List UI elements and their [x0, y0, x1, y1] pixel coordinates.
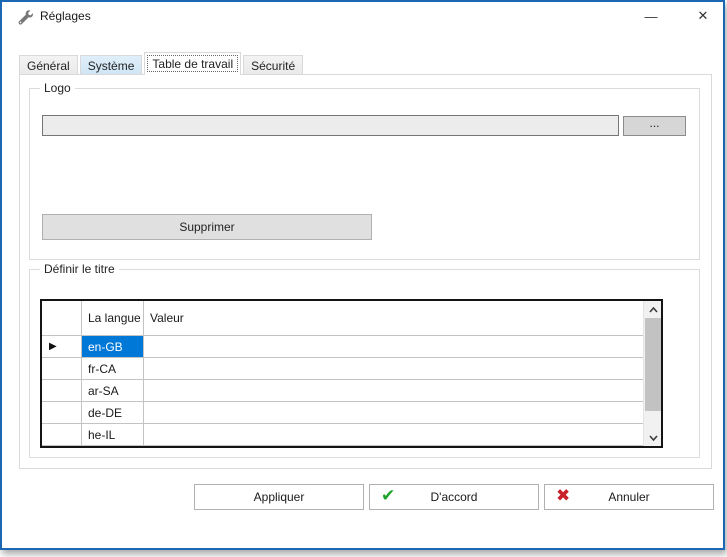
- tab-strip: Général Système Table de travail Sécurit…: [19, 52, 305, 75]
- grid-body: La langue Valeur ▶ en-GB fr-CA ar-SA de-…: [42, 301, 643, 446]
- grid-header-row: La langue Valeur: [42, 301, 643, 336]
- cell-value-he-IL[interactable]: [144, 424, 643, 446]
- row-header[interactable]: [42, 402, 82, 424]
- apply-button[interactable]: Appliquer: [194, 484, 364, 510]
- tab-table-de-travail-label: Table de travail: [152, 57, 234, 71]
- settings-dialog: Réglages — ✕ Général Système Table de tr…: [0, 0, 725, 550]
- grid-corner-header: [42, 301, 82, 336]
- cancel-button[interactable]: ✖ Annuler: [544, 484, 714, 510]
- x-icon: ✖: [556, 486, 571, 505]
- scroll-up-button[interactable]: [644, 301, 662, 318]
- scroll-down-button[interactable]: [644, 429, 662, 446]
- wrench-icon: [17, 9, 33, 25]
- grid-row-ar-SA: ar-SA: [42, 380, 643, 402]
- delete-logo-button[interactable]: Supprimer: [42, 214, 372, 240]
- cancel-button-label: Annuler: [608, 490, 650, 504]
- tab-general-label: Général: [27, 58, 70, 73]
- tab-securite-label: Sécurité: [251, 58, 296, 73]
- cell-value-ar-SA[interactable]: [144, 380, 643, 402]
- row-header[interactable]: [42, 380, 82, 402]
- grid-row-en-GB: ▶ en-GB: [42, 336, 643, 358]
- scroll-down-icon: [648, 434, 658, 441]
- check-icon: ✔: [381, 486, 396, 505]
- cell-lang-en-GB[interactable]: en-GB: [82, 336, 144, 358]
- ok-button[interactable]: ✔ D'accord: [369, 484, 539, 510]
- cell-lang-fr-CA[interactable]: fr-CA: [82, 358, 144, 380]
- title-group-label: Définir le titre: [40, 262, 119, 276]
- logo-path-input[interactable]: [42, 115, 619, 136]
- grid-row-de-DE: de-DE: [42, 402, 643, 424]
- cell-value-de-DE[interactable]: [144, 402, 643, 424]
- scroll-up-icon: [648, 306, 658, 313]
- tab-table-de-travail[interactable]: Table de travail: [144, 52, 242, 75]
- tab-systeme-label: Système: [87, 58, 135, 73]
- grid-row-he-IL: he-IL: [42, 424, 643, 446]
- grid-vertical-scrollbar[interactable]: [643, 301, 661, 446]
- window-title: Réglages: [40, 9, 91, 23]
- tab-general[interactable]: Général: [19, 55, 78, 75]
- cell-lang-de-DE[interactable]: de-DE: [82, 402, 144, 424]
- column-header-langue[interactable]: La langue: [82, 301, 144, 336]
- logo-group-label: Logo: [40, 81, 75, 95]
- current-row-arrow-icon: ▶: [49, 341, 57, 352]
- cell-lang-he-IL[interactable]: he-IL: [82, 424, 144, 446]
- language-grid: La langue Valeur ▶ en-GB fr-CA ar-SA de-…: [40, 299, 663, 448]
- close-button[interactable]: ✕: [686, 2, 720, 30]
- row-header[interactable]: [42, 424, 82, 446]
- tab-securite[interactable]: Sécurité: [243, 55, 304, 75]
- titlebar[interactable]: Réglages — ✕: [2, 2, 723, 32]
- ok-button-label: D'accord: [430, 490, 478, 504]
- cell-lang-ar-SA[interactable]: ar-SA: [82, 380, 144, 402]
- column-header-valeur[interactable]: Valeur: [144, 301, 643, 336]
- minimize-button[interactable]: —: [634, 2, 668, 30]
- browse-button[interactable]: ...: [623, 116, 686, 136]
- tab-systeme[interactable]: Système: [79, 55, 143, 75]
- scrollbar-thumb[interactable]: [645, 318, 661, 411]
- cell-value-fr-CA[interactable]: [144, 358, 643, 380]
- row-header[interactable]: [42, 358, 82, 380]
- screen: Réglages — ✕ Général Système Table de tr…: [0, 0, 727, 557]
- apply-button-label: Appliquer: [253, 490, 305, 504]
- row-header-current[interactable]: ▶: [42, 336, 82, 358]
- grid-row-fr-CA: fr-CA: [42, 358, 643, 380]
- cell-value-en-GB[interactable]: [144, 336, 643, 358]
